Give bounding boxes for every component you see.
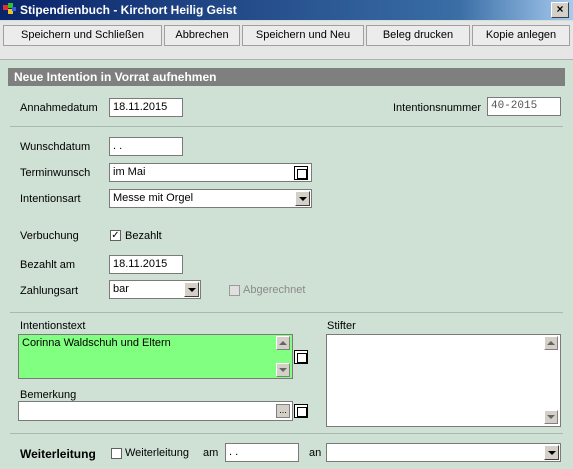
- intentionsnummer-label: Intentionsnummer: [393, 102, 482, 114]
- weiterleitung-checkbox-label: Weiterleitung: [125, 447, 189, 459]
- weiterleitung-date-field[interactable]: . .: [225, 443, 299, 462]
- divider: [10, 433, 563, 434]
- verbuchung-label: Verbuchung: [20, 230, 79, 242]
- print-receipt-button[interactable]: Beleg drucken: [366, 25, 470, 46]
- save-close-button[interactable]: Speichern und Schließen: [3, 25, 162, 46]
- bezahlt-checkbox[interactable]: ✓: [110, 230, 121, 241]
- cancel-button[interactable]: Abbrechen: [164, 25, 240, 46]
- window-title: Stipendienbuch - Kirchort Heilig Geist: [20, 3, 237, 17]
- annahmedatum-label: Annahmedatum: [20, 102, 98, 114]
- annahmedatum-field[interactable]: 18.11.2015: [109, 98, 183, 117]
- expand-icon[interactable]: [294, 350, 308, 364]
- bezahlt-label: Bezahlt: [125, 230, 162, 242]
- intentionstext-label: Intentionstext: [20, 320, 86, 332]
- scroll-up-icon[interactable]: [276, 336, 290, 350]
- wunschdatum-label: Wunschdatum: [20, 141, 91, 153]
- wunschdatum-field[interactable]: . .: [109, 137, 183, 156]
- app-icon: [3, 3, 16, 14]
- close-icon[interactable]: ×: [551, 2, 569, 18]
- chevron-down-icon[interactable]: [295, 191, 310, 206]
- abgerechnet-checkbox: [229, 285, 240, 296]
- create-copy-button[interactable]: Kopie anlegen: [472, 25, 570, 46]
- zahlungsart-label: Zahlungsart: [20, 285, 79, 297]
- terminwunsch-label: Terminwunsch: [20, 167, 91, 179]
- intentionsnummer-field: 40-2015: [487, 97, 561, 116]
- scroll-up-icon[interactable]: [544, 336, 558, 350]
- scroll-down-icon[interactable]: [544, 410, 558, 424]
- expand-icon[interactable]: [294, 404, 308, 418]
- chevron-down-icon[interactable]: [544, 445, 559, 460]
- divider: [10, 312, 563, 313]
- section-title: Neue Intention in Vorrat aufnehmen: [8, 68, 565, 86]
- an-select[interactable]: [326, 443, 561, 462]
- chevron-down-icon[interactable]: [184, 282, 199, 297]
- stifter-label: Stifter: [327, 320, 356, 332]
- expand-icon[interactable]: [294, 166, 308, 180]
- weiterleitung-label: Weiterleitung: [20, 447, 96, 461]
- intentionsart-label: Intentionsart: [20, 193, 81, 205]
- scroll-down-icon[interactable]: [276, 363, 290, 377]
- abgerechnet-label: Abgerechnet: [243, 284, 306, 296]
- bezahlt-am-label: Bezahlt am: [20, 259, 76, 271]
- stifter-field[interactable]: [326, 334, 561, 427]
- weiterleitung-checkbox[interactable]: [111, 448, 122, 459]
- divider: [10, 126, 563, 127]
- bemerkung-field[interactable]: [18, 401, 293, 421]
- bezahlt-am-field[interactable]: 18.11.2015: [109, 255, 183, 274]
- bemerkung-label: Bemerkung: [20, 389, 77, 401]
- am-label: am: [203, 447, 219, 459]
- intentionstext-field[interactable]: Corinna Waldschuh und Eltern: [18, 334, 293, 379]
- an-label: an: [309, 447, 322, 459]
- intentionsart-select[interactable]: Messe mit Orgel: [109, 189, 312, 208]
- more-icon[interactable]: ...: [276, 404, 290, 418]
- terminwunsch-field[interactable]: im Mai: [109, 163, 312, 182]
- save-new-button[interactable]: Speichern und Neu: [242, 25, 364, 46]
